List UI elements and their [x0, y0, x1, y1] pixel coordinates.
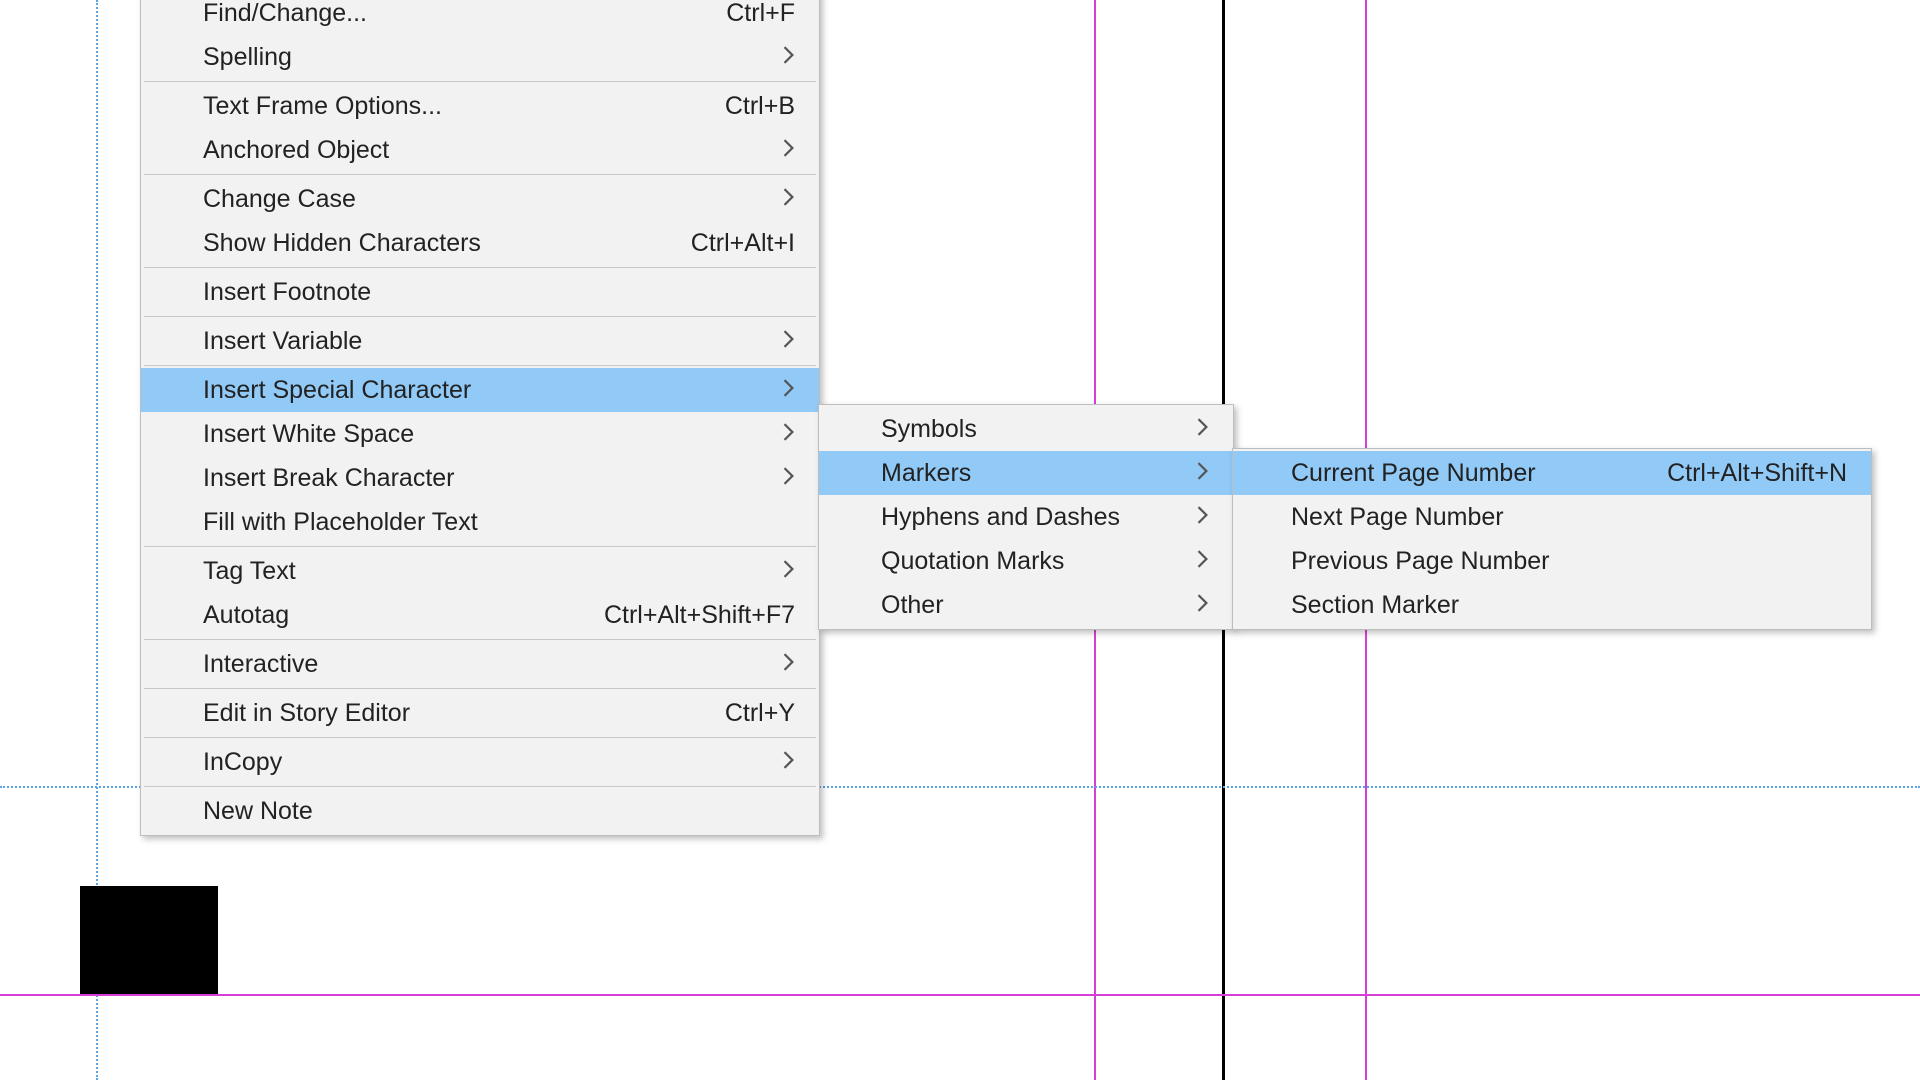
- menu-separator: [144, 316, 816, 317]
- menu-item-anchored-object[interactable]: Anchored Object: [141, 128, 819, 172]
- chevron-right-icon: [1191, 462, 1209, 485]
- menu-separator: [144, 267, 816, 268]
- menu-item-section-marker[interactable]: Section Marker: [1233, 583, 1871, 627]
- menu-item-current-page-number[interactable]: Current Page Number Ctrl+Alt+Shift+N: [1233, 451, 1871, 495]
- menu-item-shortcut: Ctrl+Alt+Shift+F7: [604, 601, 795, 630]
- menu-item-interactive[interactable]: Interactive: [141, 642, 819, 686]
- menu-item-insert-variable[interactable]: Insert Variable: [141, 319, 819, 363]
- menu-item-tag-text[interactable]: Tag Text: [141, 549, 819, 593]
- chevron-right-icon: [777, 379, 795, 402]
- chevron-right-icon: [777, 560, 795, 583]
- menu-item-label: Find/Change...: [203, 0, 686, 28]
- chevron-right-icon: [777, 188, 795, 211]
- menu-item-new-note[interactable]: New Note: [141, 789, 819, 833]
- menu-item-label: Insert Break Character: [203, 464, 737, 493]
- menu-item-label: Next Page Number: [1291, 503, 1847, 532]
- menu-item-insert-white-space[interactable]: Insert White Space: [141, 412, 819, 456]
- chevron-right-icon: [777, 330, 795, 353]
- menu-item-label: Insert White Space: [203, 420, 737, 449]
- chevron-right-icon: [777, 46, 795, 69]
- chevron-right-icon: [1191, 418, 1209, 441]
- submenu-insert-special-character: Symbols Markers Hyphens and Dashes Quotatio…: [818, 404, 1234, 630]
- submenu-markers: Current Page Number Ctrl+Alt+Shift+N Next …: [1232, 448, 1872, 630]
- menu-item-label: Tag Text: [203, 557, 737, 586]
- menu-item-label: Symbols: [881, 415, 1151, 444]
- menu-item-label: InCopy: [203, 748, 737, 777]
- menu-item-label: Autotag: [203, 601, 564, 630]
- menu-item-change-case[interactable]: Change Case: [141, 177, 819, 221]
- menu-item-other[interactable]: Other: [819, 583, 1233, 627]
- chevron-right-icon: [777, 653, 795, 676]
- menu-item-label: Fill with Placeholder Text: [203, 508, 795, 537]
- menu-item-next-page-number[interactable]: Next Page Number: [1233, 495, 1871, 539]
- menu-separator: [144, 786, 816, 787]
- menu-item-label: Previous Page Number: [1291, 547, 1847, 576]
- menu-item-shortcut: Ctrl+B: [725, 92, 795, 121]
- menu-item-label: Spelling: [203, 43, 737, 72]
- menu-item-label: Insert Variable: [203, 327, 737, 356]
- menu-separator: [144, 737, 816, 738]
- menu-separator: [144, 365, 816, 366]
- page-object: [80, 886, 218, 994]
- menu-item-label: Insert Footnote: [203, 278, 795, 307]
- menu-item-shortcut: Ctrl+F: [726, 0, 795, 28]
- menu-item-label: Markers: [881, 459, 1151, 488]
- menu-separator: [144, 174, 816, 175]
- menu-item-label: Quotation Marks: [881, 547, 1151, 576]
- menu-item-label: Current Page Number: [1291, 459, 1627, 488]
- menu-item-label: Anchored Object: [203, 136, 737, 165]
- menu-item-label: New Note: [203, 797, 795, 826]
- menu-item-label: Text Frame Options...: [203, 92, 685, 121]
- chevron-right-icon: [777, 751, 795, 774]
- context-menu-main: Find/Change... Ctrl+F Spelling Text Frame O…: [140, 0, 820, 836]
- menu-item-label: Interactive: [203, 650, 737, 679]
- menu-item-autotag[interactable]: Autotag Ctrl+Alt+Shift+F7: [141, 593, 819, 637]
- menu-item-label: Other: [881, 591, 1151, 620]
- menu-item-label: Change Case: [203, 185, 737, 214]
- menu-item-quotation-marks[interactable]: Quotation Marks: [819, 539, 1233, 583]
- menu-item-label: Section Marker: [1291, 591, 1847, 620]
- menu-item-insert-footnote[interactable]: Insert Footnote: [141, 270, 819, 314]
- chevron-right-icon: [777, 139, 795, 162]
- menu-item-symbols[interactable]: Symbols: [819, 407, 1233, 451]
- menu-item-label: Show Hidden Characters: [203, 229, 651, 258]
- menu-item-incopy[interactable]: InCopy: [141, 740, 819, 784]
- menu-item-find-change[interactable]: Find/Change... Ctrl+F: [141, 0, 819, 35]
- chevron-right-icon: [1191, 550, 1209, 573]
- menu-separator: [144, 81, 816, 82]
- menu-item-shortcut: Ctrl+Alt+Shift+N: [1667, 459, 1847, 488]
- chevron-right-icon: [1191, 594, 1209, 617]
- menu-item-show-hidden-characters[interactable]: Show Hidden Characters Ctrl+Alt+I: [141, 221, 819, 265]
- chevron-right-icon: [777, 467, 795, 490]
- chevron-right-icon: [1191, 506, 1209, 529]
- menu-item-shortcut: Ctrl+Y: [725, 699, 795, 728]
- chevron-right-icon: [777, 423, 795, 446]
- menu-item-edit-in-story-editor[interactable]: Edit in Story Editor Ctrl+Y: [141, 691, 819, 735]
- menu-item-hyphens-and-dashes[interactable]: Hyphens and Dashes: [819, 495, 1233, 539]
- menu-item-markers[interactable]: Markers: [819, 451, 1233, 495]
- menu-item-label: Insert Special Character: [203, 376, 737, 405]
- menu-separator: [144, 639, 816, 640]
- menu-item-label: Edit in Story Editor: [203, 699, 685, 728]
- menu-item-previous-page-number[interactable]: Previous Page Number: [1233, 539, 1871, 583]
- menu-item-fill-with-placeholder-text[interactable]: Fill with Placeholder Text: [141, 500, 819, 544]
- menu-item-spelling[interactable]: Spelling: [141, 35, 819, 79]
- margin-guide: [0, 994, 1920, 996]
- menu-item-insert-special-character[interactable]: Insert Special Character: [141, 368, 819, 412]
- menu-item-shortcut: Ctrl+Alt+I: [691, 229, 795, 258]
- menu-item-text-frame-options[interactable]: Text Frame Options... Ctrl+B: [141, 84, 819, 128]
- menu-separator: [144, 688, 816, 689]
- menu-item-insert-break-character[interactable]: Insert Break Character: [141, 456, 819, 500]
- menu-separator: [144, 546, 816, 547]
- menu-item-label: Hyphens and Dashes: [881, 503, 1151, 532]
